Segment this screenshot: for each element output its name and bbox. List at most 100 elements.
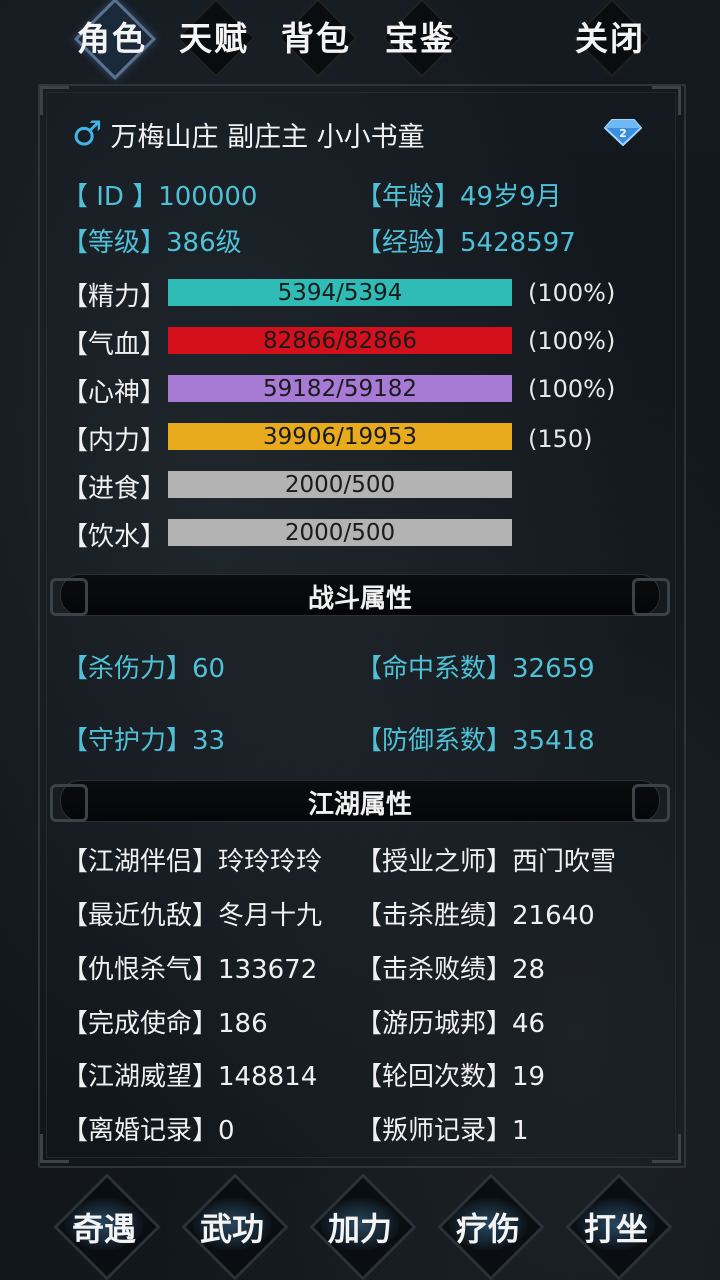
attack-stat: 【杀伤力】60: [62, 648, 225, 685]
stat-label-spirit: 【心神】: [62, 378, 167, 408]
energy-percent: (100%): [528, 279, 616, 307]
attack-label: 【杀伤力】: [62, 654, 193, 684]
close-button[interactable]: 关闭: [566, 0, 654, 78]
level-info: 【等级】386级: [62, 222, 242, 259]
meditate-button[interactable]: 打坐: [565, 1173, 673, 1280]
defense-coefficient-value: 35418: [512, 726, 595, 756]
corner-ornament: [40, 86, 69, 115]
jianghu-value: 1: [512, 1116, 529, 1146]
id-value: 100000: [158, 182, 258, 212]
jianghu-value: 133672: [218, 955, 318, 985]
tab-label: 天赋: [179, 19, 249, 58]
stat-label-food: 【进食】: [62, 474, 167, 504]
boost-button[interactable]: 加力: [309, 1173, 417, 1280]
hit-value: 32659: [512, 654, 595, 684]
defense-label: 【守护力】: [62, 726, 193, 756]
defense-coefficient-stat: 【防御系数】35418: [356, 720, 595, 757]
jianghu-label: 【轮回次数】: [356, 1062, 513, 1092]
defense-coefficient-label: 【防御系数】: [356, 726, 513, 756]
jianghu-value: 0: [218, 1116, 235, 1146]
jianghu-label: 【叛师记录】: [356, 1116, 513, 1146]
jianghu-value: 西门吹雪: [512, 847, 617, 877]
spirit-bar: 59182/59182: [168, 375, 512, 402]
jianghu-row-right: 【击杀胜绩】21640: [356, 895, 595, 932]
jianghu-row-left: 【离婚记录】0: [62, 1110, 235, 1147]
stat-label-health: 【气血】: [62, 330, 167, 360]
combat-title: 战斗属性: [307, 584, 412, 614]
tab-talent[interactable]: 天赋: [170, 0, 258, 78]
jianghu-value: 46: [512, 1009, 546, 1039]
level-value: 386级: [166, 228, 242, 258]
defense-stat: 【守护力】33: [62, 720, 225, 757]
jianghu-value: 冬月十九: [218, 901, 323, 931]
character-header: ♂ 万梅山庄 副庄主 小小书童: [72, 112, 425, 156]
character-title: 万梅山庄 副庄主 小小书童: [110, 121, 425, 153]
close-label: 关闭: [575, 19, 645, 58]
jianghu-title: 江湖属性: [307, 790, 412, 820]
hit-label: 【命中系数】: [356, 654, 513, 684]
inner-power-bar: 39906/19953: [168, 423, 512, 450]
button-label: 打坐: [583, 1210, 648, 1248]
jianghu-value: 186: [218, 1009, 268, 1039]
exp-label: 【经验】: [356, 228, 461, 258]
jianghu-value: 玲玲玲玲: [218, 847, 323, 877]
jianghu-row-left: 【最近仇敌】冬月十九: [62, 895, 322, 932]
tab-character[interactable]: 角色: [68, 0, 157, 81]
jianghu-row-left: 【完成使命】186: [62, 1003, 268, 1040]
corner-ornament: [652, 86, 681, 115]
defense-value: 33: [192, 726, 226, 756]
jianghu-row-right: 【击杀败绩】28: [356, 949, 545, 986]
adventure-button[interactable]: 奇遇: [53, 1173, 161, 1280]
jianghu-label: 【授业之师】: [356, 847, 513, 877]
corner-ornament: [652, 1134, 681, 1163]
jianghu-row-left: 【江湖伴侣】玲玲玲玲: [62, 841, 322, 878]
heal-button[interactable]: 疗伤: [437, 1173, 545, 1280]
jianghu-section-header: 江湖属性: [50, 776, 670, 824]
character-screen: { "tabs": [ {"label": "角色", "active": tr…: [0, 0, 720, 1280]
health-percent: (100%): [528, 327, 616, 355]
button-label: 武功: [199, 1210, 264, 1248]
martial-arts-button[interactable]: 武功: [181, 1173, 289, 1280]
stat-label-energy: 【精力】: [62, 282, 167, 312]
stat-label-water: 【饮水】: [62, 522, 167, 552]
jianghu-row-right: 【授业之师】西门吹雪: [356, 841, 616, 878]
water-bar: 2000/500: [168, 519, 512, 546]
level-label: 【等级】: [62, 228, 167, 258]
tab-treasure[interactable]: 宝鉴: [376, 0, 464, 78]
attack-value: 60: [192, 654, 226, 684]
spirit-percent: (100%): [528, 375, 616, 403]
tab-inventory[interactable]: 背包: [272, 0, 360, 78]
diamond-rank-icon[interactable]: 2: [604, 118, 642, 146]
id-info: 【 ID 】100000: [62, 176, 257, 213]
jianghu-row-right: 【叛师记录】1: [356, 1110, 529, 1147]
jianghu-label: 【击杀败绩】: [356, 955, 513, 985]
jianghu-label: 【仇恨杀气】: [62, 955, 219, 985]
jianghu-label: 【江湖伴侣】: [62, 847, 219, 877]
age-label: 【年龄】: [356, 182, 461, 212]
age-info: 【年龄】49岁9月: [356, 176, 562, 213]
jianghu-row-right: 【轮回次数】19: [356, 1056, 545, 1093]
stat-label-inner-power: 【内力】: [62, 426, 167, 456]
jianghu-value: 19: [512, 1062, 546, 1092]
jianghu-row-left: 【江湖威望】148814: [62, 1056, 317, 1093]
health-bar: 82866/82866: [168, 327, 512, 354]
jianghu-row-left: 【仇恨杀气】133672: [62, 949, 317, 986]
exp-value: 5428597: [460, 228, 576, 258]
male-symbol-icon: ♂: [72, 114, 103, 154]
tab-label: 宝鉴: [385, 19, 455, 58]
jianghu-value: 148814: [218, 1062, 318, 1092]
jianghu-label: 【游历城邦】: [356, 1009, 513, 1039]
combat-section-header: 战斗属性: [50, 570, 670, 618]
hit-stat: 【命中系数】32659: [356, 648, 595, 685]
id-label: 【 ID 】: [62, 182, 159, 212]
jianghu-label: 【最近仇敌】: [62, 901, 219, 931]
age-value: 49岁9月: [460, 182, 562, 212]
inner-power-percent: (150): [528, 425, 593, 453]
jianghu-row-right: 【游历城邦】46: [356, 1003, 545, 1040]
jianghu-label: 【击杀胜绩】: [356, 901, 513, 931]
button-label: 加力: [327, 1210, 392, 1248]
energy-bar: 5394/5394: [168, 279, 512, 306]
food-bar: 2000/500: [168, 471, 512, 498]
rank-number: 2: [619, 127, 627, 140]
jianghu-value: 21640: [512, 901, 595, 931]
